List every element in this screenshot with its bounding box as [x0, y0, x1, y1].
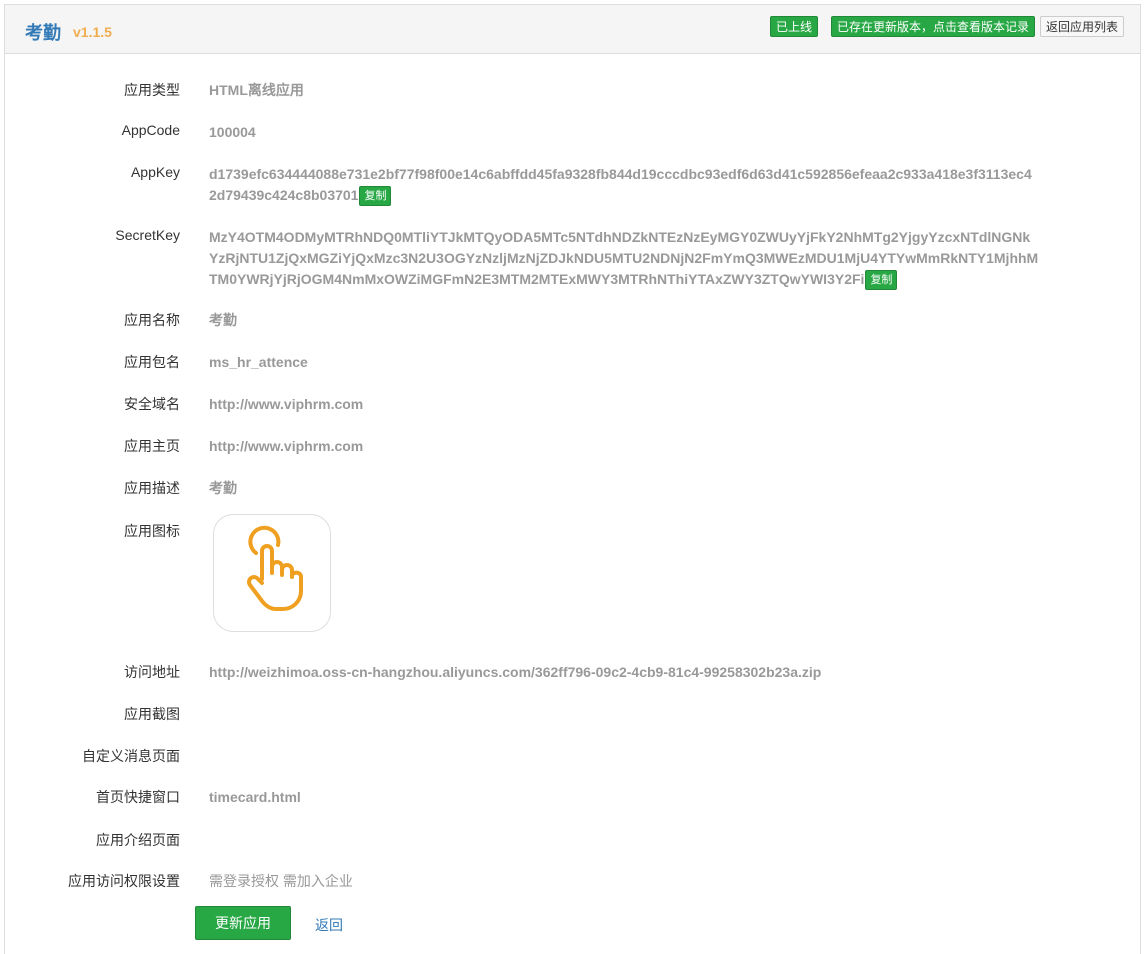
- field-label: 应用截图: [124, 706, 180, 722]
- field-label: 应用图标: [124, 523, 180, 539]
- app-version: v1.1.5: [73, 24, 112, 40]
- field-label: 自定义消息页面: [82, 748, 180, 764]
- field-label: 应用描述: [124, 480, 180, 496]
- app-title: 考勤: [25, 23, 61, 43]
- online-badge[interactable]: 已上线: [770, 16, 819, 37]
- field-label: 安全域名: [124, 396, 180, 412]
- field-value: http://weizhimoa.oss-cn-hangzhou.aliyunc…: [209, 664, 822, 680]
- field-value: http://www.viphrm.com: [209, 396, 364, 412]
- pointing-hand-icon: [247, 525, 303, 611]
- field-label: 应用类型: [124, 82, 180, 98]
- field-label: AppCode: [121, 122, 180, 138]
- field-value: MzY4OTM4ODMyMTRhNDQ0MTliYTJkMTQyODA5MTc5…: [209, 227, 1039, 291]
- secret-key-text: MzY4OTM4ODMyMTRhNDQ0MTliYTJkMTQyODA5MTc5…: [209, 229, 1039, 287]
- app-detail-panel: 考勤 v1.1.5 已上线 已存在更新版本，点击查看版本记录 返回应用列表 应用…: [4, 4, 1141, 954]
- field-value: 考勤: [209, 312, 237, 328]
- app-icon: [213, 514, 331, 632]
- field-label: 访问地址: [124, 664, 180, 680]
- copy-secret-key-button[interactable]: 复制: [865, 270, 898, 291]
- field-value: ms_hr_attence: [209, 354, 308, 370]
- copy-app-key-button[interactable]: 复制: [359, 186, 392, 207]
- field-label: SecretKey: [115, 227, 180, 243]
- app-key-text: d1739efc634444088e731e2bf77f98f00e14c6ab…: [209, 166, 1032, 203]
- field-value: d1739efc634444088e731e2bf77f98f00e14c6ab…: [209, 164, 1039, 207]
- field-label: 首页快捷窗口: [96, 789, 180, 805]
- update-app-button[interactable]: 更新应用: [195, 906, 291, 940]
- panel-heading: 考勤 v1.1.5 已上线 已存在更新版本，点击查看版本记录 返回应用列表: [5, 5, 1140, 54]
- field-label: 应用介绍页面: [96, 832, 180, 848]
- field-value: http://www.viphrm.com: [209, 438, 364, 454]
- field-value: 100004: [209, 124, 256, 140]
- field-value: 需登录授权 需加入企业: [209, 873, 353, 889]
- field-value: 考勤: [209, 480, 237, 496]
- field-label: 应用主页: [124, 438, 180, 454]
- field-value: HTML离线应用: [209, 82, 304, 98]
- update-version-button[interactable]: 已存在更新版本，点击查看版本记录: [831, 16, 1036, 37]
- back-link[interactable]: 返回: [315, 915, 343, 935]
- back-to-list-button[interactable]: 返回应用列表: [1040, 16, 1125, 37]
- field-label: 应用包名: [124, 354, 180, 370]
- field-label: 应用名称: [124, 312, 180, 328]
- field-label: 应用访问权限设置: [68, 873, 180, 889]
- field-label: AppKey: [130, 164, 180, 180]
- field-value: timecard.html: [209, 789, 301, 805]
